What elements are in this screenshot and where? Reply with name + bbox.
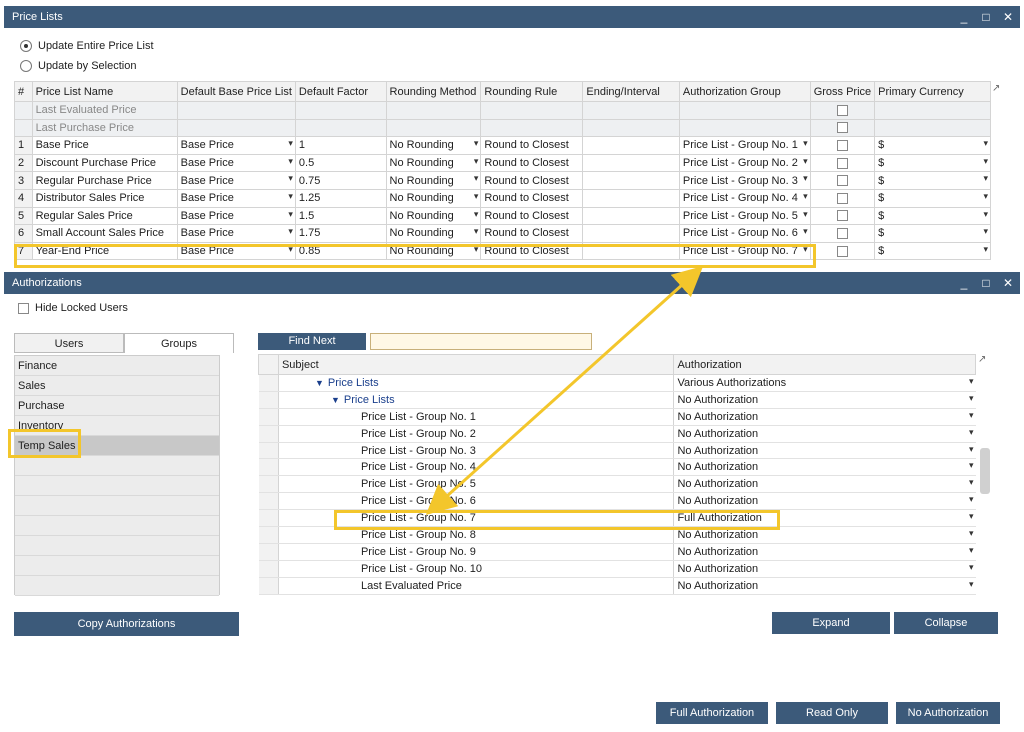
no-authorization-button[interactable]: No Authorization (896, 702, 1000, 724)
copy-authorizations-button[interactable]: Copy Authorizations (14, 612, 239, 636)
double-arrow-icon (425, 265, 704, 516)
full-authorization-button[interactable]: Full Authorization (656, 702, 768, 724)
expand-button[interactable]: Expand (772, 612, 890, 634)
read-only-button[interactable]: Read Only (776, 702, 888, 724)
collapse-button[interactable]: Collapse (894, 612, 998, 634)
